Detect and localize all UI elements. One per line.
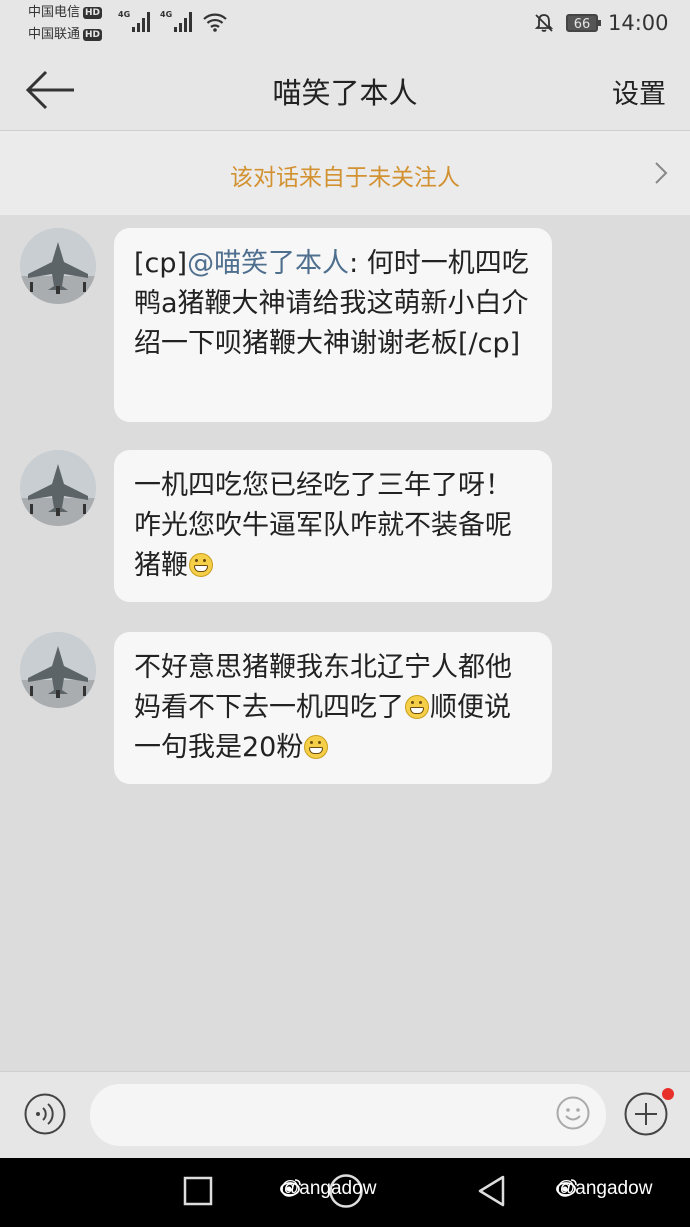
settings-button[interactable]: 设置 [612, 72, 666, 111]
watermark: @angadow [556, 1178, 652, 1200]
emoji-picker-icon[interactable] [556, 1096, 590, 1130]
message-row: 一机四吃您已经吃了三年了呀！咋光您吹牛逼军队咋就不装备呢猪鞭 [0, 450, 690, 602]
chevron-right-icon [655, 162, 668, 184]
nav-bar: 喵笑了本人 设置 [0, 50, 690, 131]
grin-emoji-icon [405, 695, 429, 719]
add-attachment-icon[interactable] [624, 1092, 668, 1136]
fighter-jet-avatar-icon [20, 450, 96, 526]
avatar[interactable] [20, 632, 96, 708]
watermark: @angadow [280, 1178, 376, 1200]
carrier-1: 中国电信 HD [28, 5, 103, 21]
message-row: 不好意思猪鞭我东北辽宁人都他妈看不下去一机四吃了 顺便说一句我是20粉 [0, 632, 690, 784]
carrier-1-name: 中国电信 [28, 5, 81, 20]
back-triangle-icon[interactable] [476, 1174, 506, 1208]
network-type-2: 4G [160, 10, 173, 19]
signal-icon-2: 4G [160, 10, 196, 32]
system-nav-bar: @angadow @angadow [0, 1158, 690, 1227]
carrier-2-name: 中国联通 [28, 27, 81, 42]
notification-dot [662, 1088, 674, 1100]
hd-badge-2: HD [83, 28, 103, 41]
status-time: 14:00 [608, 11, 669, 35]
signal-icon-1: 4G [118, 10, 154, 32]
mute-notifications-icon [534, 14, 554, 32]
hd-badge-1: HD [83, 6, 103, 19]
input-bar [0, 1071, 690, 1158]
weibo-logo-icon [280, 1179, 301, 1196]
carrier-2: 中国联通 HD [28, 27, 103, 43]
status-bar: 中国电信 HD 中国联通 HD 4G 4G 66 14:00 [0, 0, 690, 50]
fighter-jet-avatar-icon [20, 632, 96, 708]
stranger-notice-text: 该对话来自于未关注人 [230, 165, 460, 191]
fighter-jet-avatar-icon [20, 228, 96, 304]
battery-indicator: 66 [566, 14, 601, 32]
wifi-icon [203, 13, 227, 32]
message-bubble[interactable]: 不好意思猪鞭我东北辽宁人都他妈看不下去一机四吃了 顺便说一句我是20粉 [114, 632, 552, 784]
avatar[interactable] [20, 228, 96, 304]
page-title: 喵笑了本人 [272, 76, 418, 110]
avatar[interactable] [20, 450, 96, 526]
grin-emoji-icon [189, 553, 213, 577]
voice-input-icon[interactable] [24, 1093, 66, 1135]
recents-square-icon[interactable] [183, 1176, 213, 1206]
message-bubble[interactable]: [cp]@喵笑了本人: 何时一机四吃鸭a猪鞭大神请给我这萌新小白介绍一下呗猪鞭大… [114, 228, 552, 422]
back-arrow-icon[interactable] [24, 68, 78, 112]
cp-tag: [cp] [134, 248, 188, 279]
message-input[interactable] [90, 1084, 606, 1146]
grin-emoji-icon [304, 735, 329, 759]
stranger-notice-bar[interactable]: 该对话来自于未关注人 [0, 131, 690, 215]
network-type-1: 4G [118, 10, 131, 19]
message-bubble[interactable]: 一机四吃您已经吃了三年了呀！咋光您吹牛逼军队咋就不装备呢猪鞭 [114, 450, 552, 602]
chat-screen: 中国电信 HD 中国联通 HD 4G 4G 66 14:00 喵笑了本人 设置 … [0, 0, 690, 1227]
weibo-logo-icon [556, 1179, 577, 1196]
message-row: [cp]@喵笑了本人: 何时一机四吃鸭a猪鞭大神请给我这萌新小白介绍一下呗猪鞭大… [0, 228, 690, 422]
mention-link[interactable]: @喵笑了本人 [187, 248, 349, 279]
